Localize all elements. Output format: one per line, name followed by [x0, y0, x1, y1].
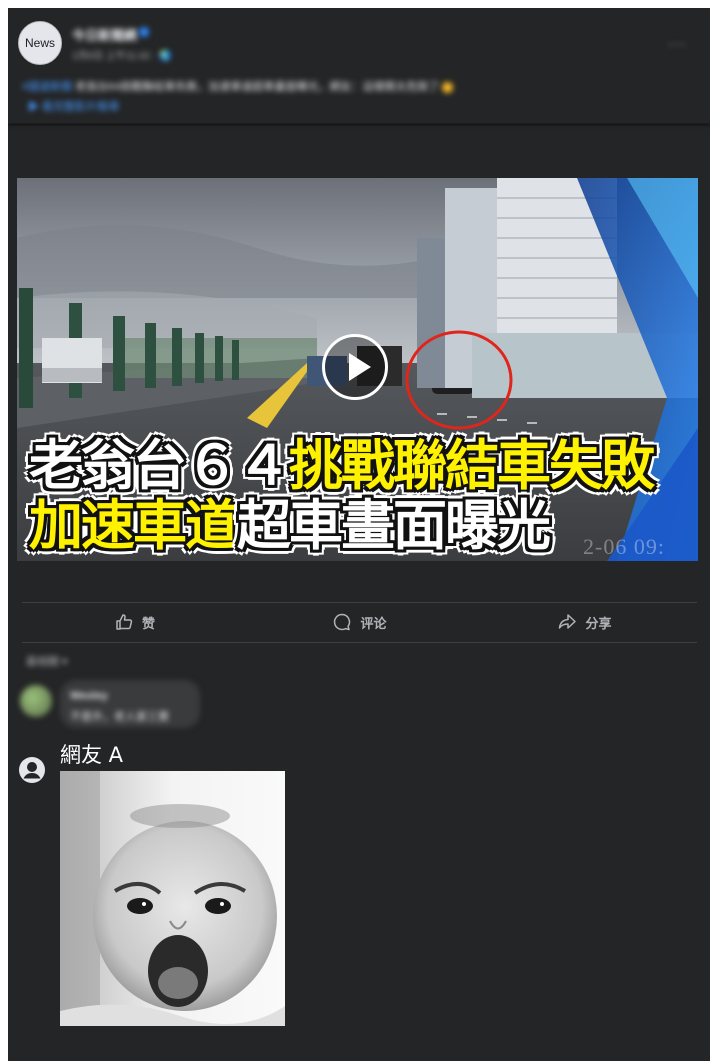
caption-link[interactable]: ▶ 看完整影片報導 [28, 98, 119, 114]
headline-line-2-white: 超車畫面曝光 [236, 494, 552, 557]
page-name[interactable]: 今日新聞網 [72, 25, 137, 44]
like-label: 赞 [141, 616, 155, 632]
commenter-name[interactable]: Wesley [70, 690, 108, 702]
share-label: 分享 [585, 616, 612, 632]
reply-user-name[interactable]: 網友 A [60, 739, 123, 769]
like-button[interactable]: 赞 [22, 604, 247, 640]
more-options-button[interactable]: ··· [668, 36, 687, 54]
comment-icon [334, 613, 351, 631]
post-header: News 今日新聞網 1月6日 上午11:42 · 🌏 ··· #國道新聞 老翁… [8, 8, 710, 124]
verified-badge-icon [139, 27, 149, 37]
divider-top [22, 602, 697, 603]
headline-line-1-white: 老翁台６４ [28, 434, 292, 497]
action-bar: 赞 评论 分享 [22, 604, 697, 640]
play-button[interactable] [322, 334, 388, 400]
share-icon [559, 614, 577, 629]
page-avatar[interactable]: News [18, 21, 62, 65]
headline-line-1: 老翁台６４挑戰聯結車失敗 [28, 434, 656, 497]
comment-text: 不意外，老人家三寶 [70, 711, 169, 723]
divider-bottom [22, 642, 697, 643]
user-avatar-icon [19, 757, 45, 783]
headline-line-1-yellow: 挑戰聯結車失敗 [288, 434, 656, 497]
caption-text: 老翁台64挑戰聯結車失敗，加速車道超車畫面曝光，網友：這樣開太危險了 [75, 81, 440, 93]
post-timestamp[interactable]: 1月6日 上午11:42 · 🌏 [72, 47, 172, 62]
comment-sort-dropdown[interactable]: 最相關 ▾ [26, 653, 68, 669]
video-timestamp: 2-06 09: [583, 534, 665, 559]
video-player[interactable]: 老翁台６４挑戰聯結車失敗 加速車道超車畫面曝光 2-06 09: [17, 178, 698, 561]
emoji-icon [442, 81, 454, 93]
thumbs-up-icon [116, 614, 133, 630]
reply-image-angry-baby[interactable] [60, 771, 285, 1026]
comment-label: 评论 [360, 616, 387, 632]
comment-button[interactable]: 评论 [247, 604, 472, 640]
headline-line-2-yellow: 加速車道 [28, 494, 240, 557]
commenter-avatar[interactable] [20, 685, 52, 717]
hashtag-link[interactable]: #國道新聞 [22, 81, 72, 93]
angry-baby-photo [60, 771, 285, 1026]
headline-line-2: 加速車道超車畫面曝光 [28, 494, 552, 557]
post-caption: #國道新聞 老翁台64挑戰聯結車失敗，加速車道超車畫面曝光，網友：這樣開太危險了 [22, 78, 622, 96]
facebook-post-panel: News 今日新聞網 1月6日 上午11:42 · 🌏 ··· #國道新聞 老翁… [8, 8, 710, 1061]
share-button[interactable]: 分享 [472, 604, 697, 640]
